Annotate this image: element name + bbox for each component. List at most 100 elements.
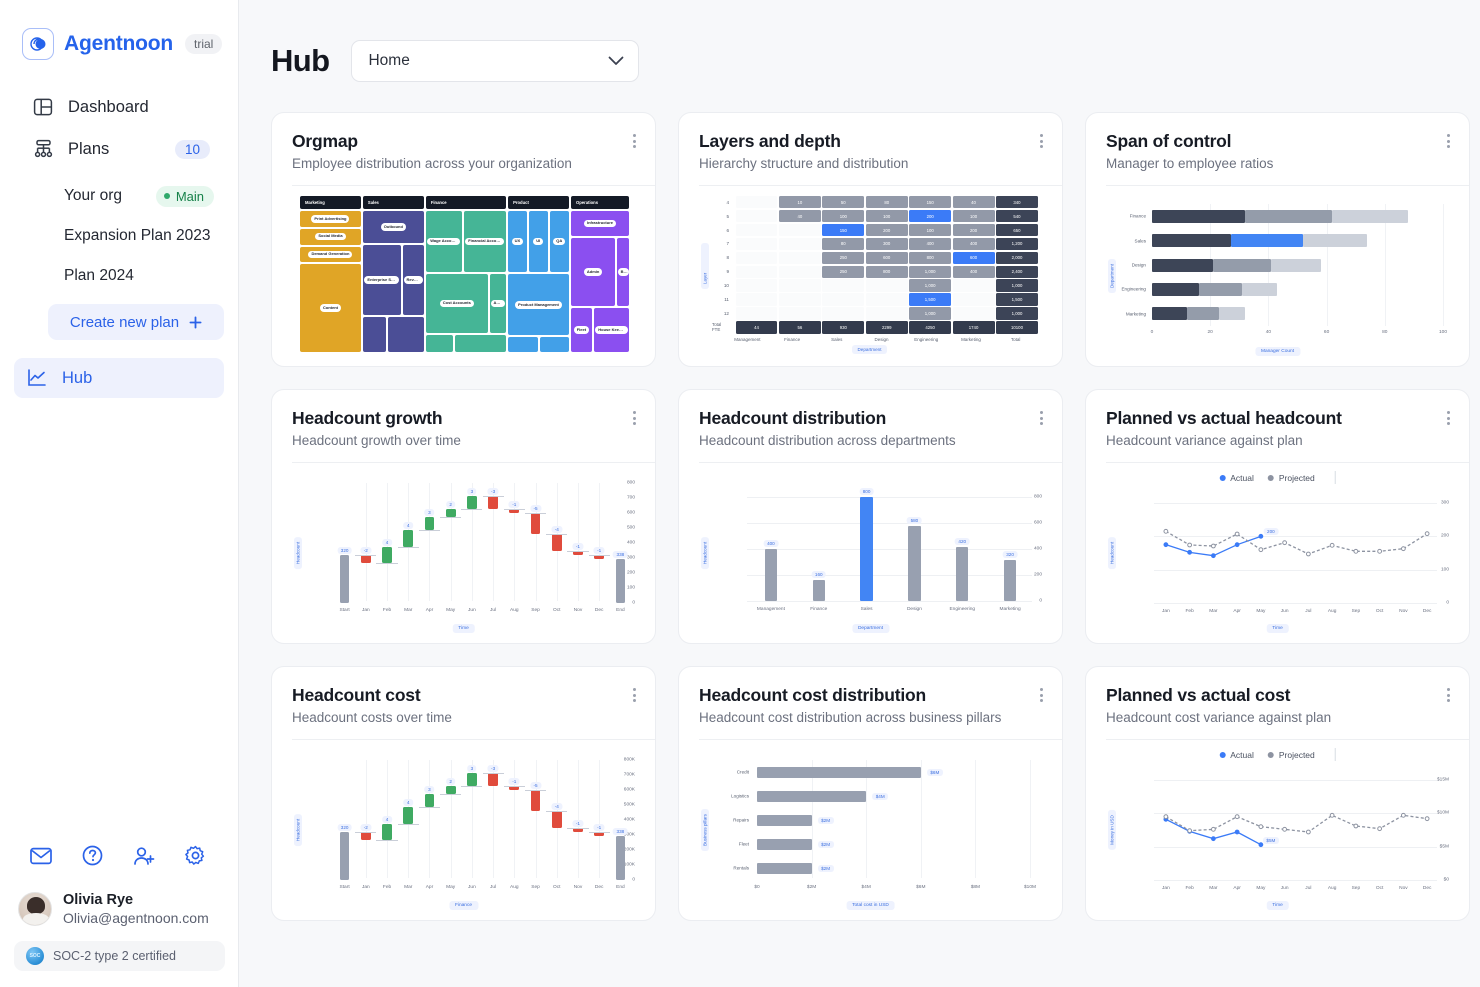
heatmap-cell[interactable]: [778, 223, 821, 237]
heatmap-cell[interactable]: 100: [909, 223, 952, 237]
bar[interactable]: [757, 814, 812, 826]
treemap-group[interactable]: Sales Outbound Enterprise Sales RevOps: [362, 196, 424, 352]
heatmap-cell[interactable]: [952, 307, 995, 320]
waterfall-bar[interactable]: [360, 832, 371, 841]
treemap-group[interactable]: Operations Infrastructure Admin BD Fleet Hous…: [570, 196, 629, 352]
heatmap-cell[interactable]: 400: [952, 265, 995, 278]
heatmap-cell[interactable]: 250: [822, 251, 865, 265]
waterfall-bar[interactable]: [445, 785, 456, 795]
treemap-cell[interactable]: Infrastructure: [570, 211, 629, 236]
treemap-cell[interactable]: UI: [528, 211, 548, 273]
waterfall-bar[interactable]: [445, 508, 456, 518]
bar-segment[interactable]: [1198, 282, 1243, 296]
treemap-cell[interactable]: House Keeping: [593, 308, 629, 352]
heatmap-cell[interactable]: [735, 293, 778, 306]
card-menu-button[interactable]: [630, 131, 639, 151]
treemap-cell[interactable]: Fleet: [570, 308, 592, 352]
heatmap-cell[interactable]: 600: [865, 251, 908, 265]
heatmap-cell[interactable]: 80: [865, 196, 908, 209]
view-select[interactable]: Home: [351, 40, 640, 82]
heatmap-cell[interactable]: [778, 265, 821, 278]
waterfall-bar[interactable]: [403, 806, 414, 824]
user-profile[interactable]: Olivia Rye Olivia@agentnoon.com: [14, 891, 225, 927]
waterfall-bar[interactable]: [488, 496, 498, 509]
mail-icon[interactable]: [26, 841, 56, 871]
treemap-cell[interactable]: QA: [549, 211, 569, 273]
treemap-group[interactable]: Finance Wage Accounts Financial Accounts Co…: [425, 196, 507, 352]
bar[interactable]: [860, 497, 873, 601]
heatmap-cell[interactable]: 50: [822, 196, 865, 209]
treemap-cell[interactable]: Demand Generation: [300, 246, 361, 263]
heatmap-cell[interactable]: [778, 307, 821, 320]
heatmap-cell[interactable]: 150: [909, 196, 952, 209]
card-menu-button[interactable]: [1037, 131, 1046, 151]
card-menu-button[interactable]: [1444, 408, 1453, 428]
heatmap-cell[interactable]: [952, 293, 995, 306]
bar-segment[interactable]: [1152, 282, 1199, 296]
heatmap-cell[interactable]: 2,400: [996, 265, 1038, 278]
treemap-cell[interactable]: Print Advertising: [300, 211, 361, 227]
treemap-cell[interactable]: Admin: [570, 237, 616, 307]
heatmap-cell[interactable]: 1,000: [909, 265, 952, 278]
treemap-group[interactable]: Marketing Print Advertising Social Media De…: [300, 196, 361, 352]
bar-segment[interactable]: [1213, 258, 1272, 272]
bar[interactable]: [764, 549, 778, 601]
sidebar-item-your-org[interactable]: Your org Main: [10, 176, 228, 216]
create-new-plan-button[interactable]: Create new plan: [48, 304, 224, 340]
heatmap-cell[interactable]: 100: [865, 209, 908, 223]
treemap-cell[interactable]: [455, 334, 507, 352]
heatmap-cell[interactable]: 250: [822, 265, 865, 278]
heatmap-cell[interactable]: 150: [822, 223, 865, 237]
heatmap-cell[interactable]: [735, 265, 778, 278]
heatmap-cell[interactable]: 200: [865, 223, 908, 237]
heatmap-cell[interactable]: 1,500: [996, 293, 1038, 306]
card-menu-button[interactable]: [630, 685, 639, 705]
bar[interactable]: [757, 790, 867, 802]
waterfall-bar[interactable]: [360, 555, 371, 564]
treemap-cell[interactable]: [362, 317, 387, 352]
heatmap-cell[interactable]: 800: [865, 265, 908, 278]
waterfall-start-bar[interactable]: [339, 832, 350, 880]
heatmap-cell[interactable]: 600: [952, 251, 995, 265]
bar-segment[interactable]: [1152, 209, 1246, 223]
heatmap-cell[interactable]: 300: [865, 237, 908, 251]
help-icon[interactable]: [78, 841, 108, 871]
bar-segment[interactable]: [1152, 307, 1187, 321]
heatmap-cell[interactable]: [735, 223, 778, 237]
heatmap-cell[interactable]: [735, 196, 778, 209]
treemap-cell[interactable]: [539, 337, 569, 353]
heatmap-cell[interactable]: [778, 237, 821, 251]
bar-segment[interactable]: [1303, 234, 1368, 248]
heatmap-cell[interactable]: [952, 279, 995, 292]
heatmap-cell[interactable]: 800: [909, 251, 952, 265]
waterfall-bar[interactable]: [551, 811, 562, 828]
heatmap-cell[interactable]: 100: [822, 209, 865, 223]
heatmap-cell[interactable]: 40: [952, 196, 995, 209]
heatmap-cell[interactable]: 1,000: [996, 279, 1038, 292]
bar-segment[interactable]: [1271, 258, 1321, 272]
sidebar-item-plans[interactable]: Plans 10: [10, 128, 228, 170]
waterfall-bar[interactable]: [530, 790, 541, 811]
card-menu-button[interactable]: [1444, 131, 1453, 151]
treemap-cell[interactable]: Social Media: [300, 228, 361, 245]
heatmap-cell[interactable]: 80: [822, 237, 865, 251]
settings-gear-icon[interactable]: [181, 841, 211, 871]
waterfall-bar[interactable]: [424, 794, 435, 807]
card-menu-button[interactable]: [630, 408, 639, 428]
heatmap-cell[interactable]: 1,200: [996, 237, 1038, 251]
heatmap-cell[interactable]: [865, 307, 908, 320]
waterfall-bar[interactable]: [467, 496, 477, 509]
sidebar-item-hub[interactable]: Hub: [14, 358, 224, 398]
treemap-cell[interactable]: Cost Accounts: [425, 274, 488, 333]
treemap-group[interactable]: Product UX UI QA Product Management: [508, 196, 569, 353]
bar-segment[interactable]: [1230, 234, 1304, 248]
heatmap-cell[interactable]: 200: [952, 223, 995, 237]
brand[interactable]: Agentnoon trial: [0, 22, 238, 60]
heatmap-cell[interactable]: [735, 251, 778, 265]
heatmap-cell[interactable]: 1,000: [996, 307, 1038, 320]
treemap-cell[interactable]: Financial Accounts: [463, 211, 507, 273]
treemap-cell[interactable]: Audit: [489, 274, 507, 333]
treemap-cell[interactable]: Content: [300, 264, 361, 352]
bar-segment[interactable]: [1152, 234, 1231, 248]
invite-user-icon[interactable]: [129, 841, 159, 871]
